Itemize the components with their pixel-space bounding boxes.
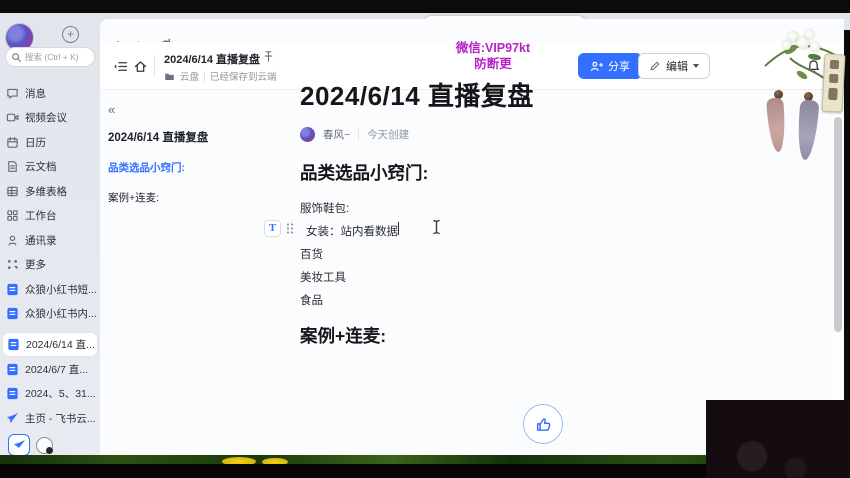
doc-location[interactable]: 云盘	[180, 69, 199, 83]
like-button[interactable]	[523, 404, 563, 444]
document-outline: « 2024/6/14 直播复盘 品类选品小窍门: 案例+连麦:	[108, 102, 288, 205]
chevron-down-icon	[693, 64, 699, 68]
sidebar-doc-item-2[interactable]: 众狼小红书内...	[6, 302, 98, 325]
workspace-feishu-button[interactable]	[8, 434, 30, 456]
page-title: 2024/6/14 直播复盘	[300, 76, 745, 113]
notifications-bell-icon[interactable]	[803, 56, 823, 76]
document-body: 2024/6/14 直播复盘 春风~ 今天创建	[300, 76, 745, 142]
workspace-secondary-button[interactable]	[36, 437, 53, 454]
sidebar-doc-item-4[interactable]: 2024、5、31...	[6, 382, 98, 405]
sidebar-item-home-tab[interactable]: 主页 - 飞书云...	[6, 407, 98, 430]
text-cursor-icon	[431, 219, 443, 235]
sidebar-item-messages[interactable]: 消息	[6, 82, 98, 105]
sidebar: 搜索 (Ctrl + K) 消息 视频会议 日历 云文档 多维表格 工作台	[0, 42, 100, 455]
search-input[interactable]: 搜索 (Ctrl + K)	[5, 47, 95, 67]
sidebar-item-contacts[interactable]: 通讯录	[6, 229, 98, 252]
watermark-overlay: 微信:VIP97kt 防断更	[408, 40, 578, 72]
body-line-2[interactable]: 女装：站内看数据	[306, 223, 398, 239]
search-placeholder: 搜索 (Ctrl + K)	[25, 51, 79, 63]
sidebar-item-more[interactable]: 更多	[6, 253, 98, 276]
author-name[interactable]: 春风~	[323, 127, 350, 142]
outline-item-1[interactable]: 品类选品小窍门:	[108, 160, 288, 175]
heading-cases: 案例+连麦:	[300, 323, 386, 348]
heading-categories: 品类选品小窍门:	[300, 160, 428, 185]
pin-icon[interactable]	[262, 50, 275, 63]
created-time: 今天创建	[367, 127, 409, 142]
sidebar-item-workbench[interactable]: 工作台	[6, 204, 98, 227]
sidebar-item-video-meeting[interactable]: 视频会议	[6, 106, 98, 129]
sidebar-doc-item-3[interactable]: 2024/6/7 直...	[6, 358, 98, 381]
sidebar-item-bitable[interactable]: 多维表格	[6, 180, 98, 203]
screen: + — ✕ ✕ 海量资源：97kt.com	[0, 0, 850, 478]
save-status: 已经保存到云端	[210, 69, 277, 83]
block-type-button[interactable]: T	[264, 220, 281, 237]
author-avatar[interactable]	[300, 127, 315, 142]
folder-icon	[164, 71, 175, 82]
document-title: 2024/6/14 直播复盘	[164, 51, 260, 67]
sidebar-item-calendar[interactable]: 日历	[6, 131, 98, 154]
body-line-3[interactable]: 百货	[300, 246, 323, 262]
body-line-4[interactable]: 美妆工具	[300, 269, 346, 285]
outline-doc-title: 2024/6/14 直播复盘	[108, 129, 288, 145]
body-line-5[interactable]: 食品	[300, 292, 323, 308]
thumb-up-icon	[535, 416, 552, 433]
webcam-overlay	[706, 400, 850, 478]
sidebar-doc-item-current[interactable]: 2024/6/14 直...	[3, 333, 97, 356]
pencil-icon	[649, 60, 661, 72]
outline-toggle-icon[interactable]	[110, 56, 130, 76]
drag-handle-icon[interactable]	[285, 222, 295, 235]
scrollbar-thumb[interactable]	[834, 117, 842, 332]
top-frame-bar	[0, 0, 850, 13]
sidebar-doc-item-1[interactable]: 众狼小红书短...	[6, 278, 98, 301]
outline-collapse-button[interactable]: «	[108, 102, 288, 117]
text-caret	[398, 222, 399, 235]
sidebar-item-docs[interactable]: 云文档	[6, 155, 98, 178]
home-icon[interactable]	[130, 56, 150, 76]
new-tab-button[interactable]: +	[62, 26, 79, 43]
body-line-1[interactable]: 服饰鞋包:	[300, 200, 349, 216]
outline-item-2[interactable]: 案例+连麦:	[108, 190, 288, 205]
